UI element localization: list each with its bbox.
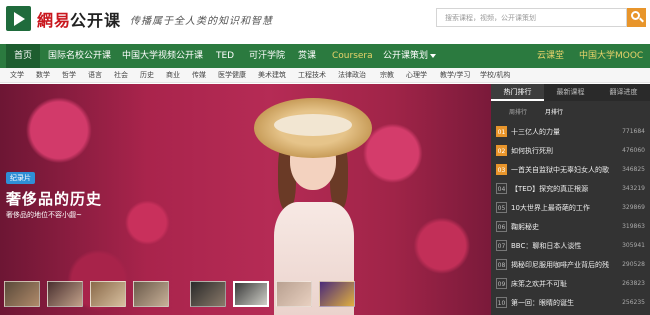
category-item[interactable]: 文学 — [10, 70, 24, 80]
category-item[interactable]: 教学/学习 — [440, 70, 470, 80]
rank-title[interactable]: BBC：聊和日本人谈性 — [511, 241, 609, 251]
main-nav: 首页 国际名校公开课 中国大学视频公开课 TED 可汗学院 赏课 Courser… — [0, 44, 650, 68]
category-badge: 纪录片 — [6, 172, 35, 184]
carousel-thumb[interactable] — [319, 281, 355, 307]
ranking-tabs: 热门排行 最新课程 翻译进度 — [491, 84, 650, 101]
nav-item-cloud-classroom[interactable]: 云课堂 — [537, 44, 564, 68]
rank-view-count: 771684 — [622, 128, 645, 135]
ranking-item[interactable]: 03 一首关自监狱中无辜妇女人的歌 346825 — [491, 162, 650, 181]
tab-monthly[interactable]: 月排行 — [545, 107, 563, 116]
rank-view-count: 343219 — [622, 185, 645, 192]
logo-text-netease[interactable]: 網易 — [37, 7, 71, 31]
logo-play-icon[interactable] — [6, 6, 31, 31]
category-item[interactable]: 学校/机构 — [480, 70, 510, 80]
category-nav: 文学 数学 哲学 语言 社会 历史 商业 传媒 医学健康 美术建筑 工程技术 法… — [0, 68, 650, 83]
nav-item-china-video[interactable]: 中国大学视频公开课 — [122, 44, 203, 68]
chevron-down-icon — [430, 53, 437, 58]
tab-latest-courses[interactable]: 最新课程 — [544, 84, 597, 101]
carousel-thumb-active[interactable] — [233, 281, 269, 307]
category-item[interactable]: 历史 — [140, 70, 154, 80]
ranking-period-tabs: 周排行 月排行 — [491, 104, 650, 118]
ranking-item[interactable]: 02 如何执行死刑 476060 — [491, 143, 650, 162]
category-item[interactable]: 社会 — [114, 70, 128, 80]
ranking-item[interactable]: 10 第一回：眼睛的诞生 256235 — [491, 295, 650, 314]
hero-banner[interactable]: 纪录片 奢侈品的历史 奢侈品的地位不容小觑~ — [0, 84, 491, 315]
rank-view-count: 329869 — [622, 204, 645, 211]
category-item[interactable]: 医学健康 — [218, 70, 246, 80]
ranking-item[interactable]: 09 床笫之欢并不可耻 263823 — [491, 276, 650, 295]
rank-number: 03 — [496, 164, 507, 175]
ranking-item[interactable]: 01 十三亿人的力量 771684 — [491, 124, 650, 143]
category-item[interactable]: 哲学 — [62, 70, 76, 80]
rank-number: 05 — [496, 202, 507, 213]
rank-title[interactable]: 揭秘印尼服用咖啡产业背后的残酷 — [511, 260, 609, 270]
carousel-thumb[interactable] — [190, 281, 226, 307]
nav-item-planning-label: 公开课策划 — [383, 51, 429, 61]
rank-number: 02 — [496, 145, 507, 156]
category-item[interactable]: 法律政治 — [338, 70, 366, 80]
rank-title[interactable]: 一首关自监狱中无辜妇女人的歌 — [511, 165, 609, 175]
category-item[interactable]: 传媒 — [192, 70, 206, 80]
carousel-thumb[interactable] — [47, 281, 83, 307]
rank-number: 06 — [496, 221, 507, 232]
search-button[interactable] — [627, 8, 646, 27]
rank-view-count: 290528 — [622, 261, 645, 268]
category-item[interactable]: 工程技术 — [298, 70, 326, 80]
category-item[interactable]: 心理学 — [406, 70, 427, 80]
rank-title[interactable]: 鞠躬秘史 — [511, 222, 609, 232]
nav-item-coursera[interactable]: Coursera — [332, 44, 373, 68]
rank-view-count: 256235 — [622, 299, 645, 306]
category-item[interactable]: 语言 — [88, 70, 102, 80]
rank-number: 04 — [496, 183, 507, 194]
carousel-thumb[interactable] — [133, 281, 169, 307]
ranking-item[interactable]: 06 鞠躬秘史 319863 — [491, 219, 650, 238]
page: 網易 公开课 传播属于全人类的知识和智慧 搜索课程，视频，公开课策划 首页 国际… — [0, 0, 650, 315]
rank-title[interactable]: 10大世界上最奇葩的工作 — [511, 203, 609, 213]
ranking-item[interactable]: 08 揭秘印尼服用咖啡产业背后的残酷 290528 — [491, 257, 650, 276]
tab-hot-ranking[interactable]: 热门排行 — [491, 84, 544, 101]
rank-number: 01 — [496, 126, 507, 137]
ranking-item[interactable]: 05 10大世界上最奇葩的工作 329869 — [491, 200, 650, 219]
header: 網易 公开课 传播属于全人类的知识和智慧 搜索课程，视频，公开课策划 — [0, 0, 650, 44]
rank-title[interactable]: 【TED】探究的真正根源 — [511, 184, 609, 194]
rank-title[interactable]: 如何执行死刑 — [511, 146, 609, 156]
nav-item-shangke[interactable]: 赏课 — [298, 44, 316, 68]
nav-item-home[interactable]: 首页 — [6, 44, 41, 68]
rank-view-count: 346825 — [622, 166, 645, 173]
nav-item-ted[interactable]: TED — [216, 44, 234, 68]
carousel-thumbnails — [4, 281, 484, 309]
rank-title[interactable]: 床笫之欢并不可耻 — [511, 279, 609, 289]
nav-item-planning[interactable]: 公开课策划 — [383, 44, 437, 68]
ranking-panel: 热门排行 最新课程 翻译进度 周排行 月排行 01 十三亿人的力量 771684… — [491, 84, 650, 315]
nav-item-khan[interactable]: 可汗学院 — [249, 44, 285, 68]
rank-view-count: 476060 — [622, 147, 645, 154]
rank-view-count: 305941 — [622, 242, 645, 249]
tab-weekly[interactable]: 周排行 — [509, 107, 527, 116]
hero-subtitle: 奢侈品的地位不容小觑~ — [6, 211, 82, 219]
ranking-item[interactable]: 07 BBC：聊和日本人谈性 305941 — [491, 238, 650, 257]
slogan: 传播属于全人类的知识和智慧 — [130, 16, 273, 27]
rank-title[interactable]: 十三亿人的力量 — [511, 127, 609, 137]
rank-title[interactable]: 第一回：眼睛的诞生 — [511, 298, 609, 308]
carousel-thumb[interactable] — [4, 281, 40, 307]
nav-item-mooc[interactable]: 中国大学MOOC — [579, 44, 643, 68]
carousel-thumb[interactable] — [90, 281, 126, 307]
tab-translation-progress[interactable]: 翻译进度 — [597, 84, 650, 101]
rank-number: 10 — [496, 297, 507, 308]
rank-number: 09 — [496, 278, 507, 289]
rank-view-count: 319863 — [622, 223, 645, 230]
ranking-item[interactable]: 04 【TED】探究的真正根源 343219 — [491, 181, 650, 200]
hero-title[interactable]: 奢侈品的历史 — [6, 188, 102, 209]
category-item[interactable]: 美术建筑 — [258, 70, 286, 80]
category-item[interactable]: 商业 — [166, 70, 180, 80]
rank-number: 07 — [496, 240, 507, 251]
rank-view-count: 263823 — [622, 280, 645, 287]
search-input[interactable]: 搜索课程，视频，公开课策划 — [436, 8, 627, 27]
category-item[interactable]: 宗教 — [380, 70, 394, 80]
category-item[interactable]: 数学 — [36, 70, 50, 80]
nav-item-international[interactable]: 国际名校公开课 — [48, 44, 111, 68]
carousel-thumb[interactable] — [276, 281, 312, 307]
rank-number: 08 — [496, 259, 507, 270]
logo-text-open-course[interactable]: 公开课 — [70, 7, 121, 31]
